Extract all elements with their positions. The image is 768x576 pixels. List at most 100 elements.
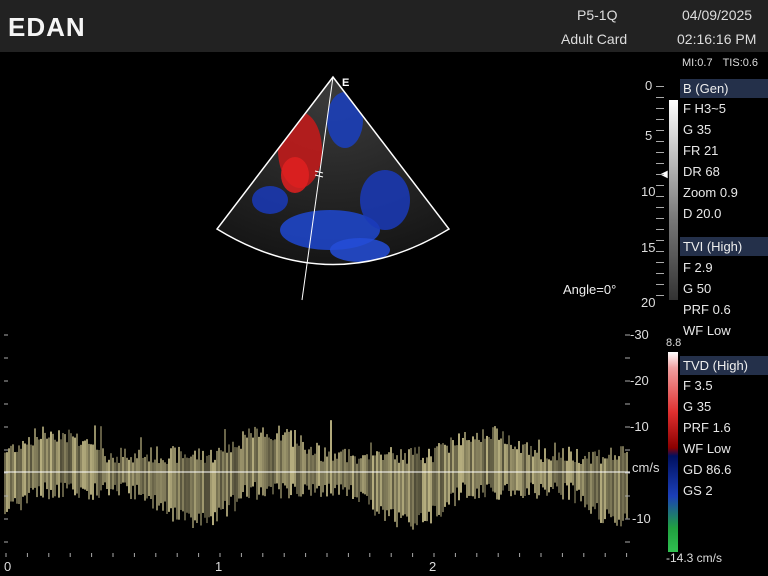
spectrum-column — [394, 459, 396, 522]
spectrum-column — [210, 449, 212, 517]
spectrum-column — [170, 448, 172, 509]
spectrum-column — [236, 447, 238, 502]
spectrum-column — [234, 447, 236, 512]
spectrum-column — [198, 448, 200, 514]
spectrum-column — [404, 453, 406, 515]
spectrum-column — [110, 453, 112, 490]
spectrum-column — [350, 455, 352, 486]
spectrum-column — [222, 451, 224, 510]
spectrum-column — [204, 462, 206, 518]
color-flow-region — [252, 186, 288, 214]
velocity-scale-label: -10 — [632, 511, 651, 526]
spectrum-column — [254, 426, 256, 483]
spectrum-column — [352, 455, 354, 499]
spectrum-column — [34, 428, 36, 488]
spectrum-column — [574, 462, 576, 504]
spectrum-column — [400, 449, 402, 518]
spectrum-column — [434, 447, 436, 506]
spectrum-column — [148, 461, 150, 496]
depth-tick — [656, 185, 664, 186]
spectrum-column — [214, 459, 216, 513]
spectrum-column — [86, 439, 88, 491]
tvd-param-prf: PRF 1.6 — [683, 420, 731, 435]
spectrum-column — [342, 449, 344, 490]
depth-tick — [656, 229, 664, 230]
spectrum-column — [278, 425, 280, 490]
spectrum-column — [4, 452, 6, 515]
spectrum-column — [388, 452, 390, 517]
spectrum-column — [552, 456, 554, 489]
spectrum-column — [472, 436, 474, 497]
spectrum-column — [146, 454, 148, 499]
spectrum-column — [98, 449, 100, 498]
spectrum-column — [6, 452, 8, 512]
spectrum-column — [12, 444, 14, 502]
spectrum-column — [362, 455, 364, 494]
spectrum-column — [510, 444, 512, 497]
spectrum-column — [312, 455, 314, 485]
spectrum-column — [202, 450, 204, 513]
spectrum-column — [112, 457, 114, 490]
spectrum-column — [416, 453, 418, 526]
spectrum-column — [560, 457, 562, 495]
exam-preset: Adult Card — [561, 31, 628, 47]
depth-label: 10 — [641, 184, 656, 199]
spectrum-column — [374, 455, 376, 516]
spectrum-column — [340, 451, 342, 485]
spectrum-column — [378, 451, 380, 514]
spectrum-column — [188, 458, 190, 514]
spectrum-column — [232, 441, 234, 496]
tvd-param-gain: G 35 — [683, 399, 712, 414]
spectrum-column — [384, 454, 386, 521]
spectrum-column — [460, 445, 462, 493]
spectrum-column — [486, 435, 488, 485]
spectrum-column — [18, 445, 20, 505]
spectrum-column — [172, 446, 174, 522]
spectrum-column — [358, 458, 360, 502]
depth-tick — [656, 130, 664, 131]
spectrum-column — [162, 460, 164, 511]
spectrum-column — [36, 436, 38, 498]
spectrum-column — [580, 463, 582, 502]
spectrum-column — [582, 459, 584, 496]
spectrum-column — [450, 437, 452, 494]
b-param-freq: F H3~5 — [683, 101, 726, 116]
spectrum-column — [114, 462, 116, 485]
spectrum-column — [452, 440, 454, 493]
spectrum-column — [84, 440, 86, 490]
depth-tick — [656, 86, 664, 87]
spectrum-column — [332, 460, 334, 496]
spectrum-column — [554, 442, 556, 483]
spectrum-column — [536, 452, 538, 499]
velocity-scale-label: -20 — [630, 373, 649, 388]
tvi-header[interactable]: TVI (High) — [680, 237, 768, 256]
tvd-param-gd: GD 86.6 — [683, 462, 732, 477]
spectrum-column — [504, 443, 506, 486]
spectrum-column — [102, 448, 104, 486]
tvd-param-wf: WF Low — [683, 441, 731, 456]
spectrum-column — [220, 450, 222, 510]
spectrum-column — [490, 438, 492, 488]
spectrum-column — [440, 444, 442, 517]
spectrum-column — [592, 451, 594, 507]
spectrum-column — [282, 434, 284, 484]
gray-scale-bar — [669, 100, 678, 300]
color-scale-max: 8.8 — [666, 337, 682, 349]
spectrum-column — [54, 439, 56, 497]
tvi-param-gain: G 50 — [683, 281, 712, 296]
spectrum-column — [118, 462, 120, 496]
spectrum-column — [284, 432, 286, 486]
spectrum-column — [492, 427, 494, 492]
spectrum-column — [586, 458, 588, 505]
mi-value: MI:0.7 — [682, 57, 713, 69]
spectrum-column — [106, 462, 108, 490]
spectrum-column — [364, 455, 366, 495]
spectrum-column — [430, 456, 432, 524]
spectrum-column — [392, 453, 394, 510]
spectrum-column — [380, 454, 382, 507]
spectrum-column — [194, 450, 196, 521]
velocity-unit-label: cm/s — [632, 460, 660, 475]
spectrum-column — [156, 446, 158, 511]
tvd-header[interactable]: TVD (High) — [680, 356, 768, 375]
b-mode-header[interactable]: B (Gen) — [680, 79, 768, 98]
